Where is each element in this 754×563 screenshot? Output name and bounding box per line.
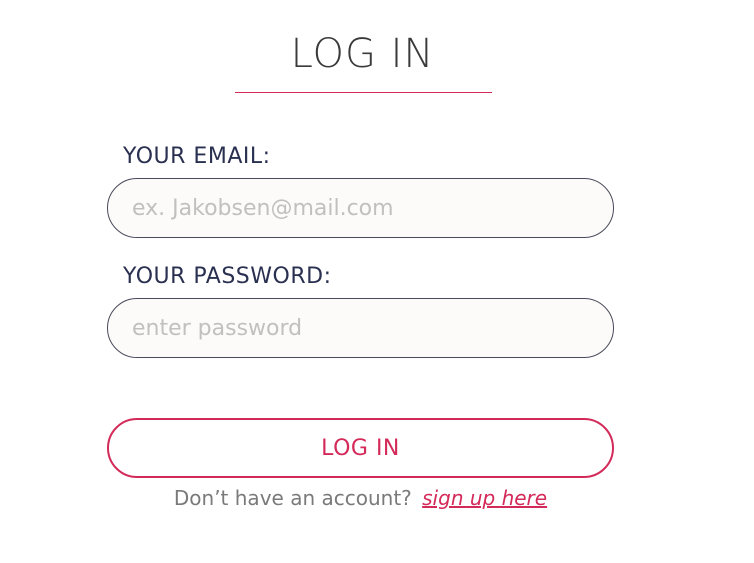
password-input[interactable]	[107, 298, 614, 358]
password-label: YOUR PASSWORD:	[123, 264, 332, 289]
page-title: LOG IN	[290, 31, 435, 77]
login-page: LOG IN YOUR EMAIL: YOUR PASSWORD: LOG IN…	[0, 0, 754, 563]
signup-link[interactable]: sign up here	[422, 486, 547, 510]
title-underline	[235, 92, 492, 93]
signup-prompt-row: Don’t have an account? sign up here	[107, 484, 614, 512]
email-label: YOUR EMAIL:	[123, 144, 271, 169]
login-button[interactable]: LOG IN	[107, 418, 614, 478]
signup-prompt-text: Don’t have an account?	[173, 486, 412, 510]
email-input[interactable]	[107, 178, 614, 238]
